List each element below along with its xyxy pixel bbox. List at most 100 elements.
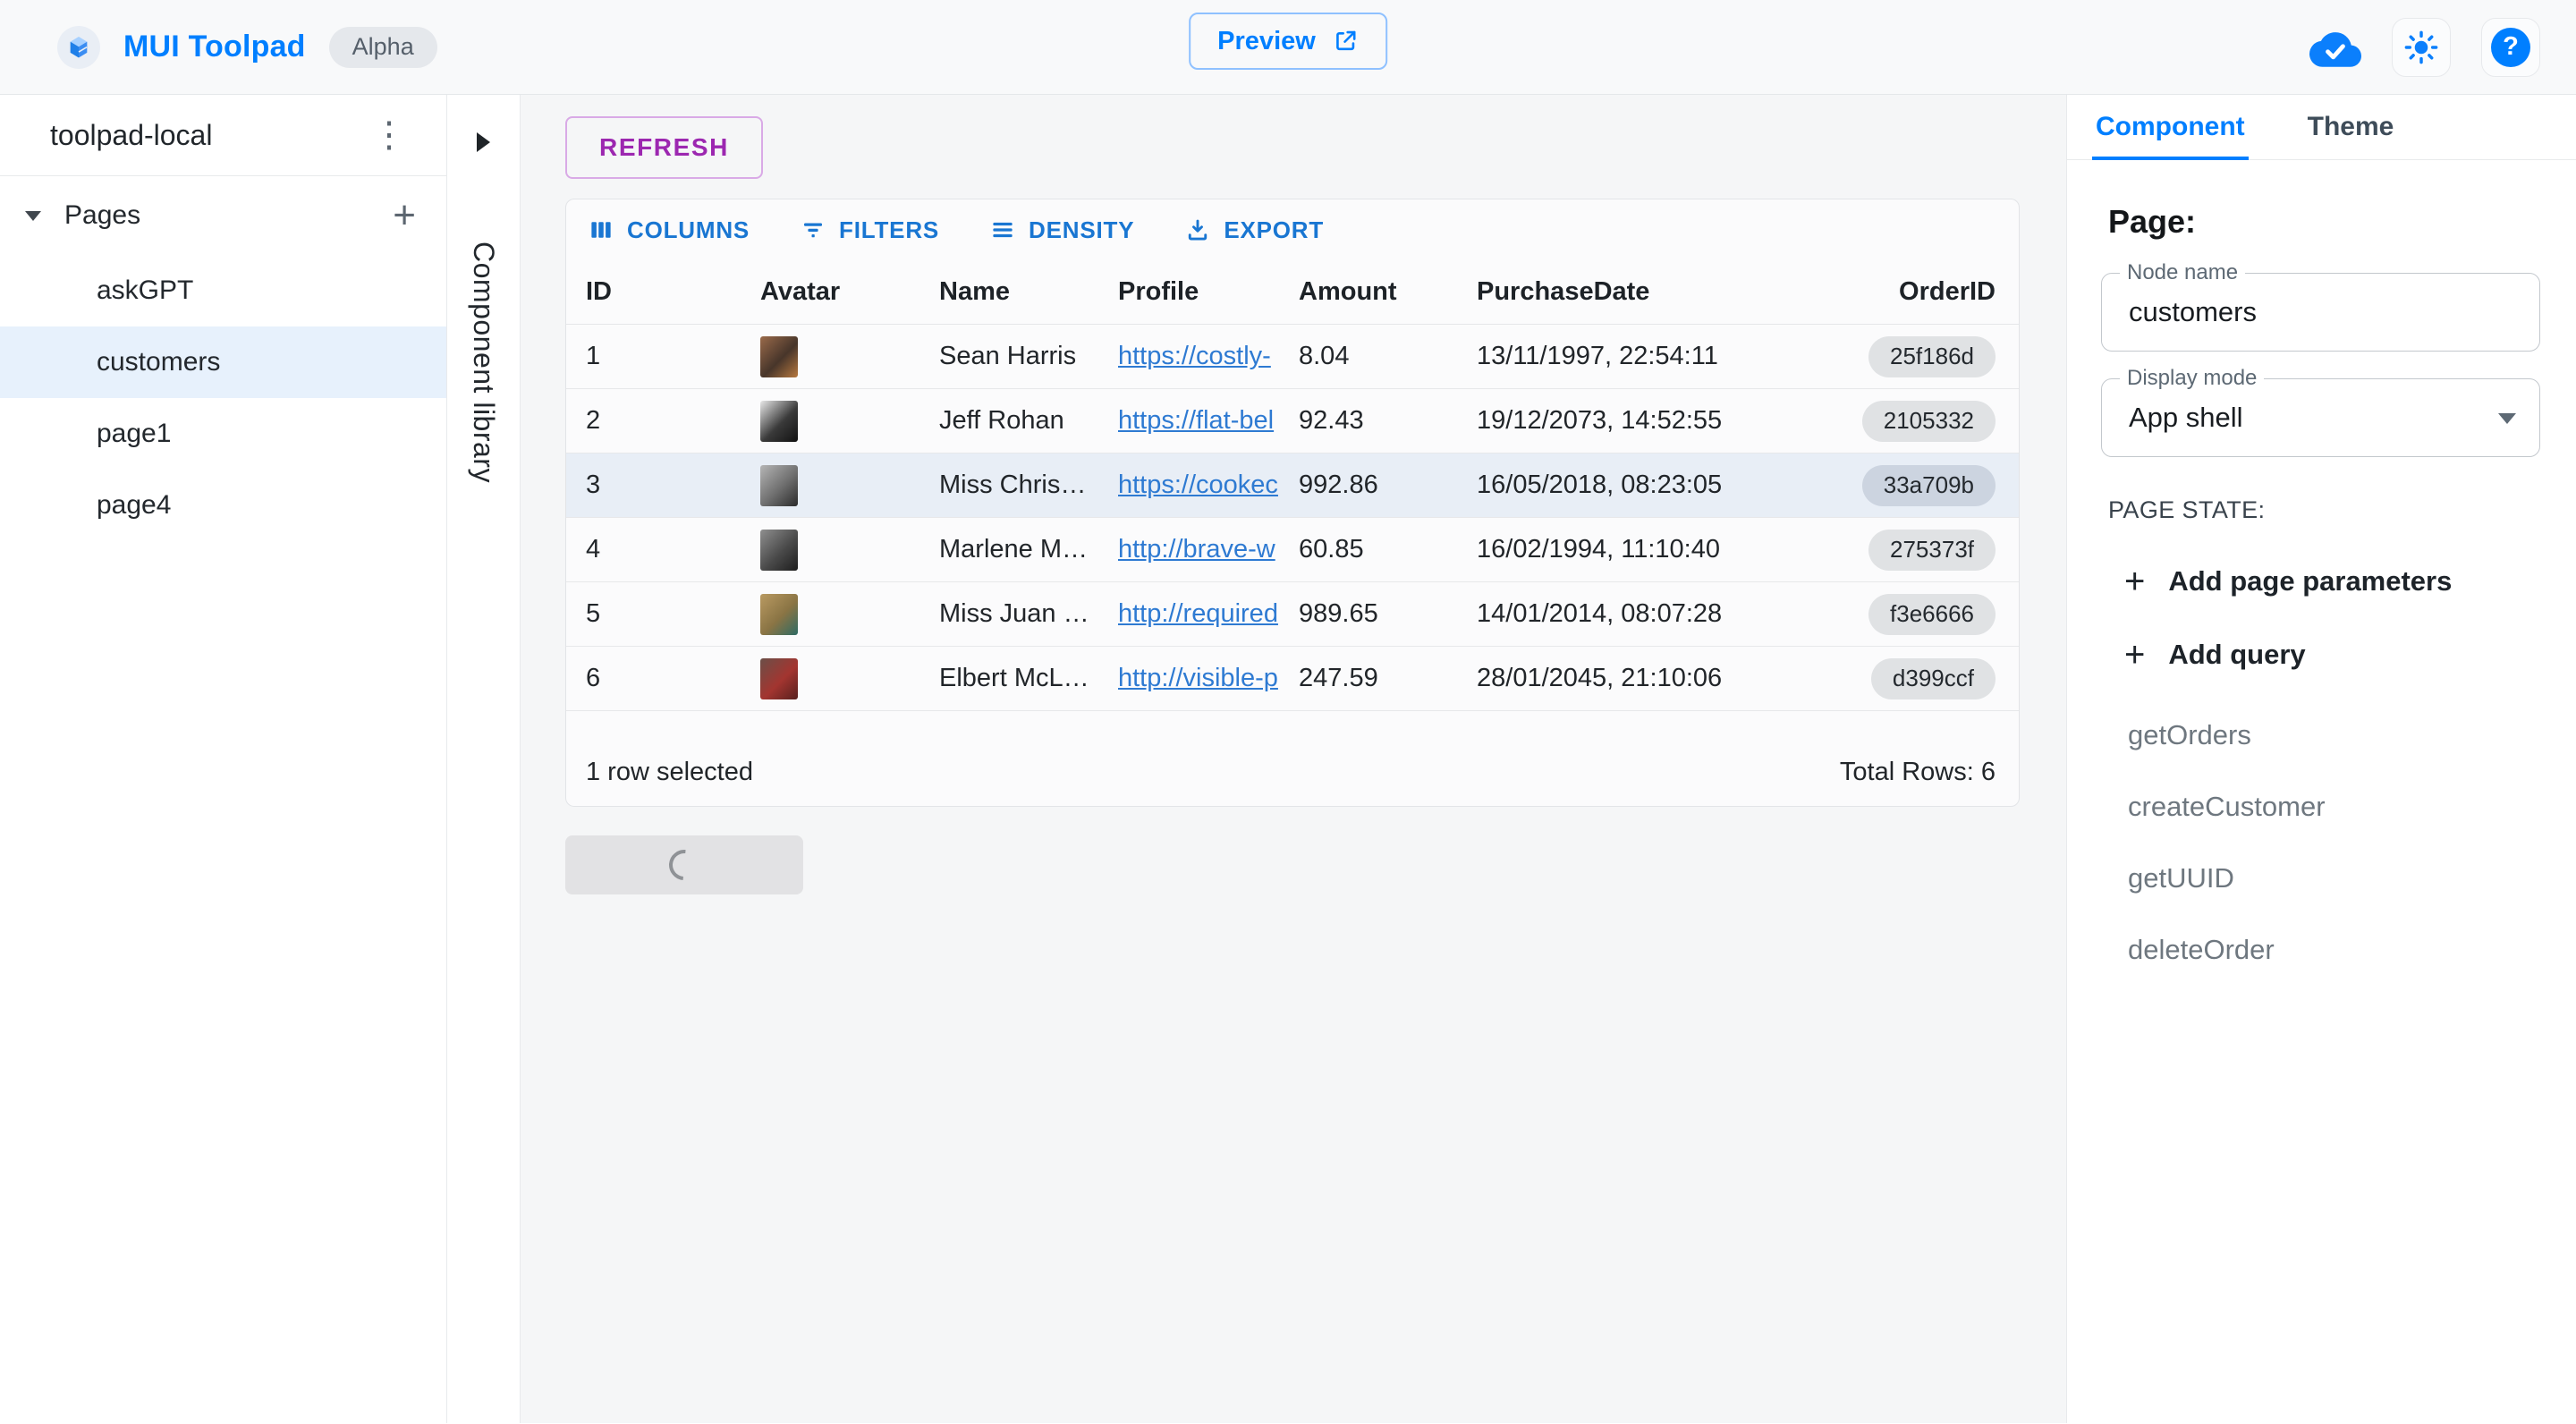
pages-section-label: Pages (64, 200, 140, 231)
column-header-orderid[interactable]: OrderID (1861, 277, 2019, 307)
query-item-deleteorder[interactable]: deleteOrder (2128, 934, 2540, 966)
display-mode-select[interactable]: Display mode App shell (2101, 378, 2540, 457)
table-row[interactable]: 2 Jeff Rohan https://flat-bel 92.43 19/1… (566, 389, 2019, 453)
theme-toggle-button[interactable] (2392, 18, 2451, 77)
cell-id: 5 (586, 599, 760, 629)
profile-link[interactable]: http://visible-p (1118, 664, 1295, 693)
tab-component[interactable]: Component (2092, 95, 2249, 159)
data-grid-footer: 1 row selected Total Rows: 6 (566, 738, 2019, 806)
profile-link[interactable]: http://brave-w (1118, 535, 1295, 564)
column-header-avatar[interactable]: Avatar (760, 277, 939, 307)
order-id-chip: 275373f (1868, 530, 1996, 571)
mui-toolpad-app: MUI Toolpad Alpha Preview (0, 0, 2576, 1424)
column-header-purchasedate[interactable]: PurchaseDate (1477, 277, 1861, 307)
page-item-label: askGPT (97, 275, 193, 306)
page-item-label: page1 (97, 419, 171, 449)
query-item-getuuid[interactable]: getUUID (2128, 862, 2540, 894)
inspector-panel: Component Theme Page: Node name customer… (2066, 95, 2576, 1423)
sidebar-item-page1[interactable]: page1 (0, 398, 446, 470)
column-header-name[interactable]: Name (939, 277, 1118, 307)
inspector-content: Page: Node name customers Display mode A… (2067, 160, 2576, 966)
data-grid-header-row: ID Avatar Name Profile Amount PurchaseDa… (566, 260, 2019, 325)
add-page-icon[interactable]: + (393, 196, 416, 235)
avatar (760, 401, 798, 442)
loading-button[interactable] (565, 835, 803, 894)
sidebar-item-customers[interactable]: customers (0, 326, 446, 398)
table-row[interactable]: 5 Miss Juan … http://required 989.65 14/… (566, 582, 2019, 647)
cloud-sync-icon[interactable] (2309, 28, 2361, 67)
sidebar-item-askgpt[interactable]: askGPT (0, 255, 446, 326)
tab-label: Theme (2308, 112, 2394, 142)
collapse-caret-icon[interactable] (25, 211, 41, 221)
query-item-createcustomer[interactable]: createCustomer (2128, 791, 2540, 823)
cell-purchasedate: 19/12/2073, 14:52:55 (1477, 406, 1861, 436)
page-item-label: customers (97, 347, 220, 377)
cell-profile: http://required (1118, 599, 1299, 629)
table-row[interactable]: 6 Elbert McL… http://visible-p 247.59 28… (566, 647, 2019, 711)
density-icon (989, 216, 1016, 243)
app-bar: MUI Toolpad Alpha Preview (0, 0, 2576, 95)
data-grid: COLUMNS FILTERS (565, 199, 2020, 807)
cell-profile: http://brave-w (1118, 535, 1299, 564)
table-row[interactable]: 3 Miss Chris… https://cookec 992.86 16/0… (566, 453, 2019, 518)
preview-button[interactable]: Preview (1189, 13, 1387, 70)
query-item-getorders[interactable]: getOrders (2128, 719, 2540, 751)
project-menu-icon[interactable]: ⋮ (364, 117, 414, 153)
project-name: toolpad-local (50, 119, 212, 152)
columns-button[interactable]: COLUMNS (588, 216, 750, 244)
cell-id: 1 (586, 342, 760, 371)
tab-label: Component (2096, 112, 2245, 142)
total-rows-status: Total Rows: 6 (1840, 758, 1996, 787)
workspace: toolpad-local ⋮ Pages + askGPT customers… (0, 95, 2576, 1423)
column-header-profile[interactable]: Profile (1118, 277, 1299, 307)
expand-panel-icon[interactable] (477, 132, 490, 152)
column-header-amount[interactable]: Amount (1299, 277, 1477, 307)
avatar (760, 336, 798, 377)
sidebar-item-page4[interactable]: page4 (0, 470, 446, 541)
cell-orderid: 33a709b (1861, 465, 2019, 506)
page-item-label: page4 (97, 490, 171, 521)
cell-name: Jeff Rohan (939, 406, 1118, 436)
add-query-button[interactable]: + Add query (2101, 639, 2540, 671)
tab-theme[interactable]: Theme (2304, 95, 2398, 159)
profile-link[interactable]: https://costly- (1118, 342, 1295, 371)
cell-orderid: 275373f (1861, 530, 2019, 571)
cell-amount: 60.85 (1299, 535, 1477, 564)
avatar (760, 530, 798, 571)
cell-name: Elbert McL… (939, 664, 1118, 693)
refresh-button[interactable]: REFRESH (565, 116, 763, 179)
filters-button[interactable]: FILTERS (800, 216, 939, 244)
add-page-parameters-button[interactable]: + Add page parameters (2101, 565, 2540, 598)
cell-id: 4 (586, 535, 760, 564)
cell-profile: https://cookec (1118, 470, 1299, 500)
add-page-parameters-label: Add page parameters (2168, 565, 2452, 598)
column-header-id[interactable]: ID (586, 277, 760, 307)
brand-area: MUI Toolpad Alpha (57, 26, 437, 69)
node-name-field[interactable]: Node name customers (2101, 273, 2540, 352)
order-id-chip: 33a709b (1862, 465, 1996, 506)
profile-link[interactable]: https://cookec (1118, 470, 1295, 500)
profile-link[interactable]: http://required (1118, 599, 1295, 629)
data-grid-toolbar: COLUMNS FILTERS (566, 199, 2019, 260)
appbar-actions: ? (2309, 18, 2540, 77)
order-id-chip: d399ccf (1871, 658, 1996, 699)
cell-profile: https://costly- (1118, 342, 1299, 371)
app-title: MUI Toolpad (123, 30, 306, 64)
component-library-label: Component library (467, 242, 500, 483)
component-library-strip[interactable]: Component library (447, 95, 521, 1423)
plus-icon: + (2124, 640, 2145, 669)
download-icon (1184, 216, 1211, 243)
cell-amount: 247.59 (1299, 664, 1477, 693)
profile-link[interactable]: https://flat-bel (1118, 406, 1295, 436)
cell-name: Marlene M… (939, 535, 1118, 564)
cell-purchasedate: 16/05/2018, 08:23:05 (1477, 470, 1861, 500)
page-canvas: REFRESH COLUMNS (521, 95, 2066, 1423)
export-button[interactable]: EXPORT (1184, 216, 1324, 244)
density-button[interactable]: DENSITY (989, 216, 1134, 244)
help-button[interactable]: ? (2481, 18, 2540, 77)
table-row[interactable]: 1 Sean Harris https://costly- 8.04 13/11… (566, 325, 2019, 389)
table-row[interactable]: 4 Marlene M… http://brave-w 60.85 16/02/… (566, 518, 2019, 582)
cell-avatar (760, 594, 939, 635)
cell-purchasedate: 28/01/2045, 21:10:06 (1477, 664, 1861, 693)
toolpad-logo-icon[interactable] (57, 26, 100, 69)
